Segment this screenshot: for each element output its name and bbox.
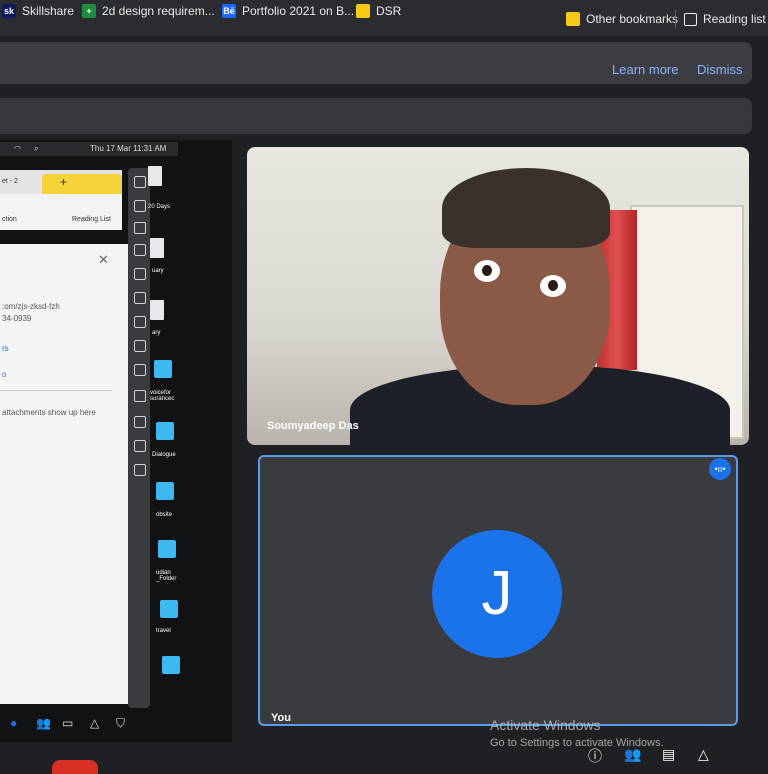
toolbar-icon — [134, 292, 146, 304]
toolbar-icon — [134, 390, 146, 402]
toolbar-icon — [134, 200, 146, 212]
shared-document: ✕ :om/zjs-zksd-fzh 34-0939 rs o attachme… — [0, 244, 136, 704]
desktop-label: 20 Days — [148, 204, 171, 210]
avatar: J — [432, 530, 562, 658]
desktop-label: ary — [152, 330, 161, 336]
chat-icon[interactable]: ▭ — [62, 716, 73, 730]
activities-icon[interactable]: △ — [698, 746, 709, 763]
participant-eye — [474, 260, 500, 282]
behance-icon: Bē — [222, 4, 236, 18]
chat-icon[interactable]: ▤ — [662, 746, 675, 763]
participant-eye — [540, 275, 566, 297]
leave-call-button[interactable] — [52, 760, 98, 774]
doc-divider — [0, 390, 112, 391]
toolbar-icon — [134, 176, 146, 188]
shared-tab-title: et - 2 — [2, 178, 18, 185]
people-icon[interactable]: 👥 — [624, 746, 641, 763]
shared-reading-list: Reading List — [72, 216, 111, 223]
bookmark-2d-design[interactable]: + 2d design requirem... — [82, 4, 215, 18]
desktop-file — [150, 238, 164, 258]
desktop-folder — [156, 422, 174, 440]
desktop-label: uary — [152, 268, 164, 274]
doc-line: attachments show up here — [2, 408, 96, 417]
shared-active-tab: + — [42, 174, 122, 194]
toolbar-icon — [134, 416, 146, 428]
info-icon[interactable]: ● — [10, 716, 17, 730]
desktop-label: voicefor surancec — [150, 390, 175, 402]
desktop-label: Dialogue — [152, 452, 176, 458]
toolbar-icon — [134, 464, 146, 476]
reading-list[interactable]: Reading list — [684, 12, 766, 26]
desktop-folder — [160, 600, 178, 618]
toolbar-icon — [134, 364, 146, 376]
bookmark-portfolio[interactable]: Bē Portfolio 2021 on B... — [222, 4, 354, 18]
bookmark-label: 2d design requirem... — [102, 4, 215, 18]
doc-line: :om/zjs-zksd-fzh — [2, 302, 60, 311]
other-bookmarks[interactable]: Other bookmarks — [566, 12, 678, 26]
shared-toolbar-text: ction — [2, 216, 17, 223]
close-icon: ✕ — [98, 252, 109, 267]
toolbar-icon — [134, 440, 146, 452]
desktop-label: udian _Folder — [156, 570, 177, 582]
meet-top-bar — [0, 98, 752, 134]
desktop-folder — [158, 540, 176, 558]
bookmark-dsr[interactable]: DSR — [356, 4, 401, 18]
activate-windows-title: Activate Windows — [490, 717, 601, 733]
desktop-folder — [162, 656, 180, 674]
desktop-label: obsite — [156, 512, 173, 518]
clock-text: Thu 17 Mar 11:31 AM — [90, 144, 167, 153]
desktop-file — [148, 166, 162, 186]
meeting-details-icon[interactable]: ⓘ — [588, 746, 602, 766]
participant-hair — [442, 168, 610, 248]
bookmark-label: Portfolio 2021 on B... — [242, 4, 355, 18]
desktop-folder — [156, 482, 174, 500]
dismiss-button[interactable]: Dismiss — [697, 62, 743, 77]
other-bookmarks-label: Other bookmarks — [586, 12, 679, 26]
doc-line: o — [2, 370, 7, 379]
reading-list-icon — [684, 12, 697, 26]
toolbar-icon — [134, 268, 146, 280]
skillshare-icon: sk — [2, 4, 16, 18]
new-tab-icon: + — [60, 175, 68, 189]
desktop-label: travel — [156, 628, 171, 634]
sheets-icon: + — [82, 4, 96, 18]
learn-more-link[interactable]: Learn more — [612, 62, 678, 77]
folder-icon — [566, 12, 580, 26]
doc-line: rs — [2, 344, 9, 353]
shared-menubar: ◠ ⌕ Thu 17 Mar 11:31 AM — [0, 142, 178, 156]
desktop-file — [150, 300, 164, 320]
bookmarks-divider — [675, 10, 676, 28]
activities-icon[interactable]: △ — [90, 716, 99, 730]
folder-icon — [356, 4, 370, 18]
reading-list-label: Reading list — [703, 12, 766, 26]
self-participant-name: You — [271, 712, 291, 724]
remote-participant-name: Soumyadeep Das — [267, 420, 359, 432]
bookmark-skillshare[interactable]: sk Skillshare — [2, 4, 74, 18]
host-controls-icon[interactable]: ⛉ — [116, 716, 125, 731]
wifi-icon: ◠ — [14, 144, 21, 153]
bookmark-label: Skillshare — [22, 4, 75, 18]
toolbar-icon — [134, 316, 146, 328]
desktop-folder — [154, 360, 172, 378]
toolbar-icon — [134, 340, 146, 352]
toolbar-icon — [134, 222, 146, 234]
shared-browser-toolbar: ction Reading List — [0, 194, 122, 230]
bookmark-label: DSR — [376, 4, 402, 18]
toolbar-icon — [134, 244, 146, 256]
bookmarks-bar: sk Skillshare + 2d design requirem... Bē… — [0, 0, 768, 36]
doc-line: 34-0939 — [2, 314, 32, 323]
speaking-indicator-icon: •ıı• — [709, 458, 731, 480]
search-icon: ⌕ — [34, 144, 39, 153]
people-icon[interactable]: 👥 — [36, 716, 51, 730]
